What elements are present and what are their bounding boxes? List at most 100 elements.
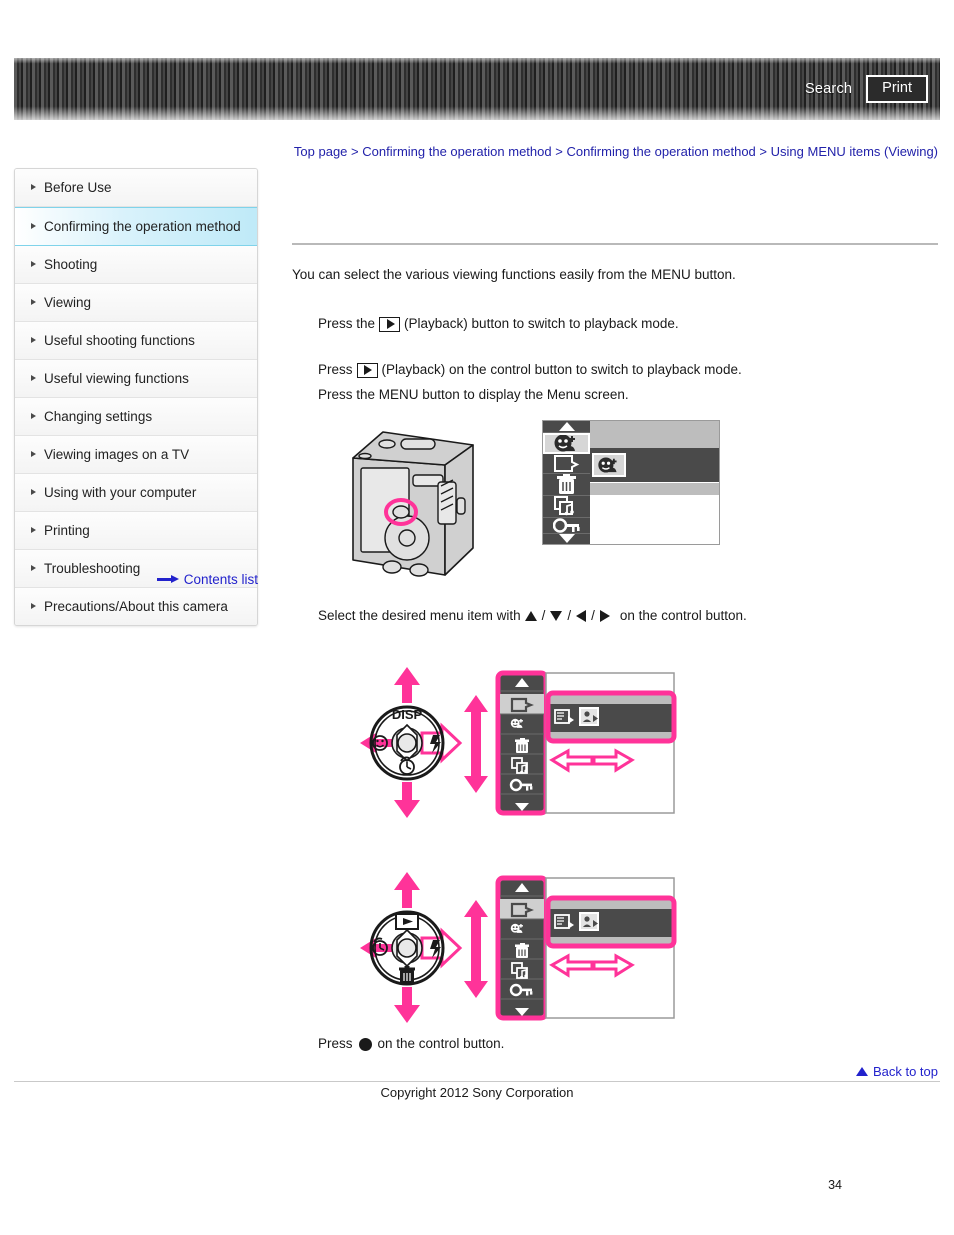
sidebar-item-before-use[interactable]: Before Use <box>15 169 257 207</box>
delete-icon[interactable] <box>543 473 590 496</box>
playback-icon <box>379 316 401 332</box>
footer-divider <box>14 1081 940 1082</box>
delete-icon <box>515 738 529 753</box>
portrait-view-icon <box>579 912 599 931</box>
delete-icon <box>515 943 529 958</box>
menu-option-screen <box>545 672 677 814</box>
control-dial-diagram-2 <box>360 872 677 1023</box>
search-link[interactable]: Search <box>805 81 852 97</box>
menu-vertical-arrow <box>464 695 488 793</box>
playback-icon <box>395 913 419 930</box>
sidebar-item-label: Using with your computer <box>44 485 197 500</box>
sidebar-item-viewing[interactable]: Viewing <box>15 284 257 322</box>
scroll-down-icon[interactable] <box>543 534 590 545</box>
sidebar-item-shooting[interactable]: Shooting <box>15 246 257 284</box>
step-text-suffix: (Playback) button to switch to playback … <box>404 316 679 331</box>
sidebar-item-useful-shooting-functions[interactable]: Useful shooting functions <box>15 322 257 360</box>
arrow-up-icon <box>524 611 537 621</box>
breadcrumb-item-current: Using MENU items (Viewing) <box>770 144 938 159</box>
sidebar-item-confirming-the-operation-method[interactable]: Confirming the operation method <box>15 207 257 246</box>
sidebar-item-label: Precautions/About this camera <box>44 599 228 614</box>
menu-panel-column <box>495 875 549 1021</box>
step-press-playback-control: Press (Playback) on the control button t… <box>318 360 742 380</box>
sidebar-item-label: Changing settings <box>44 409 153 424</box>
breadcrumb-item-top-page[interactable]: Top page <box>294 144 348 159</box>
figure-control-dial-disp: DISP <box>360 665 680 825</box>
sidebar-item-label: Confirming the operation method <box>44 219 241 234</box>
arrow-right-icon <box>599 610 610 622</box>
menu-option-screen <box>545 877 677 1019</box>
print-button[interactable]: Print <box>866 75 928 103</box>
triangle-up-icon <box>855 1067 868 1076</box>
step-text-prefix: Select the desired menu item with <box>318 608 521 623</box>
sidebar-item-label: Shooting <box>44 257 98 272</box>
face-registration-icon[interactable] <box>543 432 590 454</box>
bullet-arrow-icon <box>31 527 36 533</box>
step-text-suffix: on the control button. <box>619 608 747 623</box>
control-dial-diagram-1: DISP <box>360 667 677 818</box>
step-press-center-button: Press on the control button. <box>318 1034 504 1054</box>
content-divider <box>292 243 938 245</box>
breadcrumb-separator: > <box>351 144 359 159</box>
step-text-suffix: on the control button. <box>377 1036 505 1051</box>
menu-option-panel <box>590 421 719 544</box>
sidebar-item-label: Viewing images on a TV <box>44 447 190 462</box>
figure-control-dial-playback <box>360 870 680 1030</box>
camera-svg <box>352 431 474 577</box>
sidebar-item-viewing-images-on-a-tv[interactable]: Viewing images on a TV <box>15 436 257 474</box>
step-press-menu-button: Press the MENU button to display the Men… <box>318 387 629 402</box>
figure-camera-menu <box>345 420 720 580</box>
camera-illustration <box>345 420 480 580</box>
bullet-arrow-icon <box>31 603 36 609</box>
portrait-view-icon <box>579 707 599 726</box>
copyright-text: Copyright 2012 Sony Corporation <box>380 1085 574 1100</box>
center-button-icon <box>358 1037 372 1051</box>
sidebar-item-label: Viewing <box>44 295 92 310</box>
self-timer-icon <box>399 756 415 775</box>
sidebar-item-label: Before Use <box>44 180 112 195</box>
arrow-left-icon <box>576 610 587 622</box>
step-text-prefix: Press <box>318 1036 353 1051</box>
sidebar-item-label: Useful viewing functions <box>44 371 189 386</box>
bullet-arrow-icon <box>31 375 36 381</box>
protect-icon[interactable] <box>543 517 590 534</box>
page-number: 34 <box>828 1178 842 1192</box>
menu-vertical-arrow <box>464 900 488 998</box>
playback-icon <box>356 362 378 378</box>
breadcrumb: Top page > Confirming the operation meth… <box>292 142 938 161</box>
delete-icon <box>399 966 415 983</box>
breadcrumb-separator: > <box>759 144 768 159</box>
step-text-suffix: (Playback) on the control button to swit… <box>381 362 742 377</box>
bullet-arrow-icon <box>31 184 36 190</box>
sidebar-item-label: Printing <box>44 523 90 538</box>
sidebar-item-printing[interactable]: Printing <box>15 512 257 550</box>
scroll-up-icon[interactable] <box>543 421 590 433</box>
breadcrumb-item-confirming-2[interactable]: Confirming the operation method <box>566 144 755 159</box>
sidebar-item-useful-viewing-functions[interactable]: Useful viewing functions <box>15 360 257 398</box>
intro-paragraph: You can select the various viewing funct… <box>292 267 736 282</box>
sidebar-nav: Before Use Confirming the operation meth… <box>14 168 258 626</box>
sidebar-item-precautions-about-this-camera[interactable]: Precautions/About this camera <box>15 588 257 625</box>
step-text-prefix: Press <box>318 362 353 377</box>
breadcrumb-item-confirming-1[interactable]: Confirming the operation method <box>362 144 551 159</box>
slideshow-icon[interactable] <box>543 495 590 518</box>
header-actions: Search Print <box>805 58 928 120</box>
face-registration-option-icon[interactable] <box>592 453 626 478</box>
arrow-right-icon <box>156 575 179 584</box>
site-header: Search Print <box>14 58 940 120</box>
sidebar-item-changing-settings[interactable]: Changing settings <box>15 398 257 436</box>
bullet-arrow-icon <box>31 223 36 229</box>
bullet-arrow-icon <box>31 451 36 457</box>
menu-panel-column <box>495 670 549 816</box>
bullet-arrow-icon <box>31 489 36 495</box>
step-text-prefix: Press the <box>318 316 376 331</box>
sidebar-item-using-with-your-computer[interactable]: Using with your computer <box>15 474 257 512</box>
menu-top-strip <box>590 421 719 449</box>
arrow-down-icon <box>550 611 563 621</box>
contents-list-link[interactable]: Contents list <box>14 572 258 587</box>
retouch-icon[interactable] <box>543 454 590 474</box>
back-to-top-link[interactable]: Back to top <box>855 1064 938 1079</box>
menu-row-shadow <box>590 482 719 495</box>
contents-list-label: Contents list <box>183 572 258 587</box>
bullet-arrow-icon <box>31 261 36 267</box>
